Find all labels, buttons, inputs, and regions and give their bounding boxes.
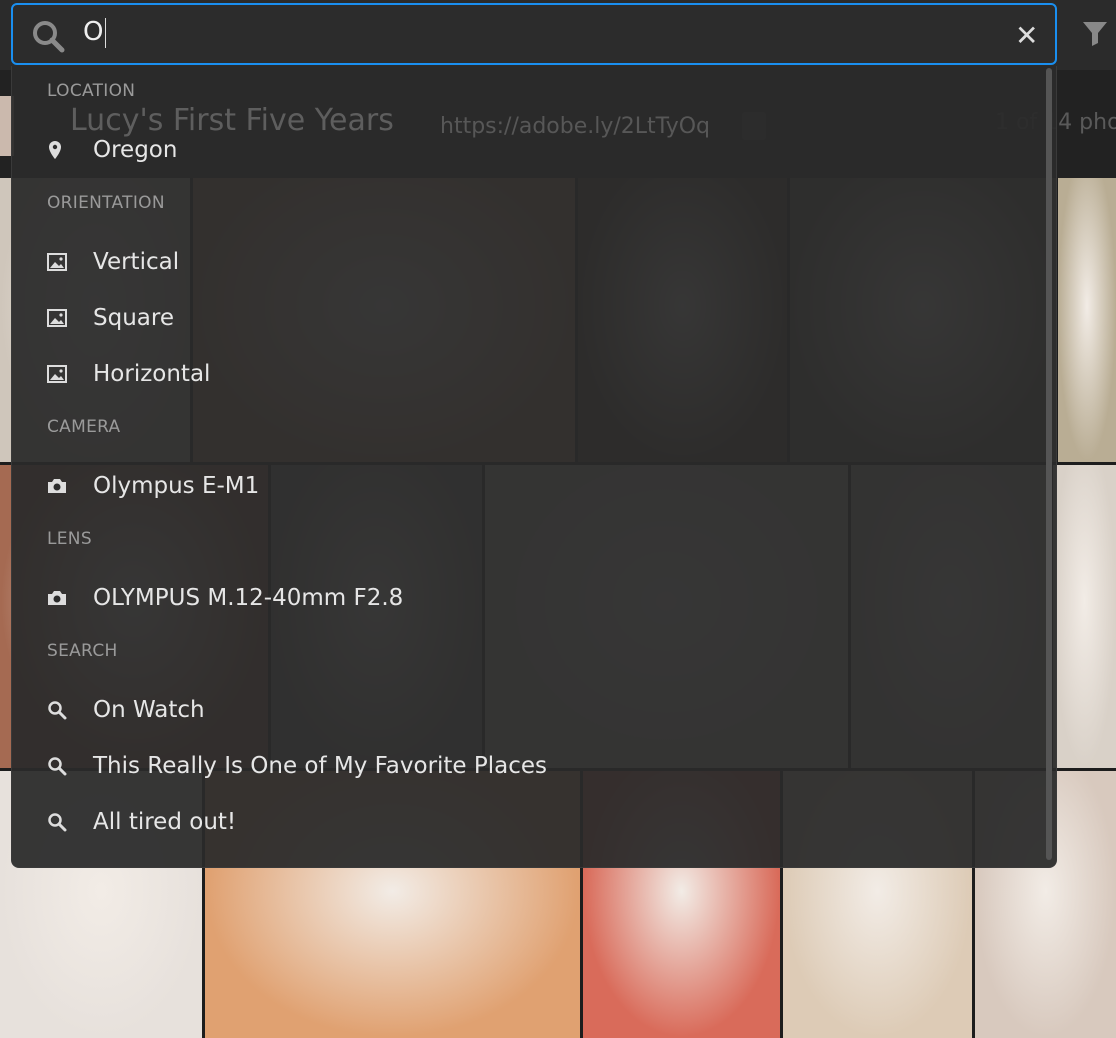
suggestion-label: Olympus E-M1 [93,473,260,499]
photo-thumbnail[interactable] [1058,178,1116,462]
suggestion-item[interactable]: OLYMPUS M.12-40mm F2.8 [12,570,1056,626]
suggestion-label: All tired out! [93,809,237,835]
suggestion-label: OLYMPUS M.12-40mm F2.8 [93,585,404,611]
suggestion-label: Horizontal [93,361,211,387]
location-pin-icon [47,140,93,160]
section-header: SEARCH [47,641,118,661]
image-icon [47,309,93,327]
suggestion-label: This Really Is One of My Favorite Places [93,753,548,779]
suggestion-item[interactable]: This Really Is One of My Favorite Places [12,738,1056,794]
suggestion-item[interactable]: Square [12,290,1056,346]
suggestion-label: Vertical [93,249,180,275]
camera-icon [47,590,93,606]
suggestion-label: Square [93,305,174,331]
search-suggestions-dropdown: LOCATION Oregon ORIENTATION Vertical Square H… [11,66,1057,868]
suggestion-label: On Watch [93,697,205,723]
search-icon [47,700,93,720]
search-box[interactable]: O ✕ [11,3,1057,65]
suggestion-item[interactable]: Horizontal [12,346,1056,402]
search-icon [33,21,65,53]
section-header: CAMERA [47,417,121,437]
close-icon[interactable]: ✕ [1015,19,1038,52]
search-value: O [83,17,104,47]
text-caret [105,17,107,48]
image-icon [47,365,93,383]
suggestion-item[interactable]: On Watch [12,682,1056,738]
section-header: ORIENTATION [47,193,165,213]
image-icon [47,253,93,271]
suggestion-label: Oregon [93,137,178,163]
search-icon [47,756,93,776]
suggestion-item[interactable]: Vertical [12,234,1056,290]
suggestion-item[interactable]: Olympus E-M1 [12,458,1056,514]
search-input[interactable]: O [83,17,963,48]
filter-icon[interactable] [1080,18,1110,48]
photo-thumbnail[interactable] [1053,465,1116,768]
suggestion-item[interactable]: All tired out! [12,794,1056,850]
section-header: LENS [47,529,92,549]
camera-icon [47,478,93,494]
suggestion-item[interactable]: Oregon [12,122,1056,178]
section-header: LOCATION [47,81,136,101]
search-icon [47,812,93,832]
